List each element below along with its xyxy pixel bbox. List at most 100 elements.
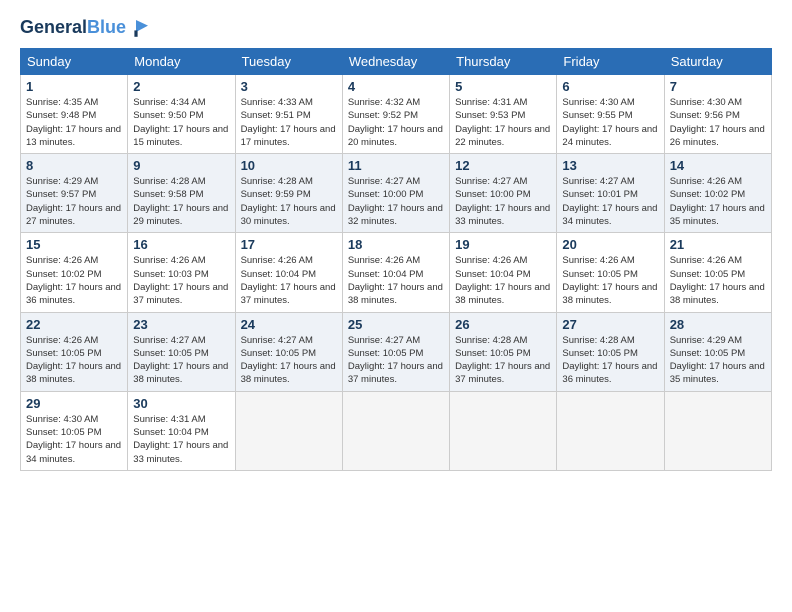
day-number: 5	[455, 79, 551, 94]
calendar-cell: 20 Sunrise: 4:26 AM Sunset: 10:05 PM Day…	[557, 233, 664, 312]
day-info: Sunrise: 4:28 AM Sunset: 9:59 PM Dayligh…	[241, 175, 337, 228]
day-number: 28	[670, 317, 766, 332]
calendar-week-row: 8 Sunrise: 4:29 AM Sunset: 9:57 PM Dayli…	[21, 154, 772, 233]
calendar-cell: 17 Sunrise: 4:26 AM Sunset: 10:04 PM Day…	[235, 233, 342, 312]
day-number: 9	[133, 158, 229, 173]
calendar-cell: 24 Sunrise: 4:27 AM Sunset: 10:05 PM Day…	[235, 312, 342, 391]
page: GeneralBlue Sunday Monday Tuesday Wednes…	[0, 0, 792, 481]
day-number: 10	[241, 158, 337, 173]
day-number: 17	[241, 237, 337, 252]
day-number: 8	[26, 158, 122, 173]
day-info: Sunrise: 4:27 AM Sunset: 10:00 PM Daylig…	[348, 175, 444, 228]
calendar-cell: 19 Sunrise: 4:26 AM Sunset: 10:04 PM Day…	[450, 233, 557, 312]
day-number: 7	[670, 79, 766, 94]
calendar-cell	[557, 391, 664, 470]
day-info: Sunrise: 4:26 AM Sunset: 10:05 PM Daylig…	[562, 254, 658, 307]
col-wednesday: Wednesday	[342, 49, 449, 75]
calendar-week-row: 29 Sunrise: 4:30 AM Sunset: 10:05 PM Day…	[21, 391, 772, 470]
calendar-cell	[450, 391, 557, 470]
day-number: 3	[241, 79, 337, 94]
day-info: Sunrise: 4:27 AM Sunset: 10:05 PM Daylig…	[348, 334, 444, 387]
day-info: Sunrise: 4:32 AM Sunset: 9:52 PM Dayligh…	[348, 96, 444, 149]
day-number: 14	[670, 158, 766, 173]
calendar-cell: 16 Sunrise: 4:26 AM Sunset: 10:03 PM Day…	[128, 233, 235, 312]
day-number: 22	[26, 317, 122, 332]
day-info: Sunrise: 4:34 AM Sunset: 9:50 PM Dayligh…	[133, 96, 229, 149]
calendar-cell: 15 Sunrise: 4:26 AM Sunset: 10:02 PM Day…	[21, 233, 128, 312]
calendar-cell: 6 Sunrise: 4:30 AM Sunset: 9:55 PM Dayli…	[557, 75, 664, 154]
day-number: 2	[133, 79, 229, 94]
day-info: Sunrise: 4:30 AM Sunset: 9:55 PM Dayligh…	[562, 96, 658, 149]
calendar-cell	[664, 391, 771, 470]
calendar-cell: 21 Sunrise: 4:26 AM Sunset: 10:05 PM Day…	[664, 233, 771, 312]
logo: GeneralBlue	[20, 16, 152, 40]
day-info: Sunrise: 4:31 AM Sunset: 9:53 PM Dayligh…	[455, 96, 551, 149]
day-number: 29	[26, 396, 122, 411]
calendar-cell: 14 Sunrise: 4:26 AM Sunset: 10:02 PM Day…	[664, 154, 771, 233]
day-number: 26	[455, 317, 551, 332]
calendar-cell: 11 Sunrise: 4:27 AM Sunset: 10:00 PM Day…	[342, 154, 449, 233]
day-number: 19	[455, 237, 551, 252]
calendar-cell: 29 Sunrise: 4:30 AM Sunset: 10:05 PM Day…	[21, 391, 128, 470]
calendar-cell: 1 Sunrise: 4:35 AM Sunset: 9:48 PM Dayli…	[21, 75, 128, 154]
calendar-cell: 25 Sunrise: 4:27 AM Sunset: 10:05 PM Day…	[342, 312, 449, 391]
day-number: 6	[562, 79, 658, 94]
col-friday: Friday	[557, 49, 664, 75]
day-info: Sunrise: 4:26 AM Sunset: 10:05 PM Daylig…	[26, 334, 122, 387]
day-number: 30	[133, 396, 229, 411]
calendar-week-row: 22 Sunrise: 4:26 AM Sunset: 10:05 PM Day…	[21, 312, 772, 391]
day-info: Sunrise: 4:31 AM Sunset: 10:04 PM Daylig…	[133, 413, 229, 466]
day-number: 25	[348, 317, 444, 332]
calendar: Sunday Monday Tuesday Wednesday Thursday…	[20, 48, 772, 471]
calendar-cell: 3 Sunrise: 4:33 AM Sunset: 9:51 PM Dayli…	[235, 75, 342, 154]
calendar-cell: 23 Sunrise: 4:27 AM Sunset: 10:05 PM Day…	[128, 312, 235, 391]
day-number: 1	[26, 79, 122, 94]
header: GeneralBlue	[20, 16, 772, 40]
calendar-cell: 18 Sunrise: 4:26 AM Sunset: 10:04 PM Day…	[342, 233, 449, 312]
day-info: Sunrise: 4:33 AM Sunset: 9:51 PM Dayligh…	[241, 96, 337, 149]
calendar-week-row: 15 Sunrise: 4:26 AM Sunset: 10:02 PM Day…	[21, 233, 772, 312]
col-sunday: Sunday	[21, 49, 128, 75]
day-info: Sunrise: 4:26 AM Sunset: 10:02 PM Daylig…	[670, 175, 766, 228]
day-number: 4	[348, 79, 444, 94]
day-info: Sunrise: 4:26 AM Sunset: 10:04 PM Daylig…	[348, 254, 444, 307]
day-number: 15	[26, 237, 122, 252]
day-info: Sunrise: 4:27 AM Sunset: 10:00 PM Daylig…	[455, 175, 551, 228]
day-number: 16	[133, 237, 229, 252]
day-number: 21	[670, 237, 766, 252]
calendar-header-row: Sunday Monday Tuesday Wednesday Thursday…	[21, 49, 772, 75]
col-thursday: Thursday	[450, 49, 557, 75]
day-info: Sunrise: 4:30 AM Sunset: 10:05 PM Daylig…	[26, 413, 122, 466]
day-number: 27	[562, 317, 658, 332]
calendar-cell: 27 Sunrise: 4:28 AM Sunset: 10:05 PM Day…	[557, 312, 664, 391]
day-number: 20	[562, 237, 658, 252]
day-info: Sunrise: 4:26 AM Sunset: 10:04 PM Daylig…	[241, 254, 337, 307]
calendar-cell: 12 Sunrise: 4:27 AM Sunset: 10:00 PM Day…	[450, 154, 557, 233]
day-info: Sunrise: 4:26 AM Sunset: 10:04 PM Daylig…	[455, 254, 551, 307]
calendar-cell: 30 Sunrise: 4:31 AM Sunset: 10:04 PM Day…	[128, 391, 235, 470]
calendar-cell: 26 Sunrise: 4:28 AM Sunset: 10:05 PM Day…	[450, 312, 557, 391]
day-info: Sunrise: 4:27 AM Sunset: 10:05 PM Daylig…	[241, 334, 337, 387]
calendar-cell: 9 Sunrise: 4:28 AM Sunset: 9:58 PM Dayli…	[128, 154, 235, 233]
calendar-cell: 28 Sunrise: 4:29 AM Sunset: 10:05 PM Day…	[664, 312, 771, 391]
logo-text: GeneralBlue	[20, 18, 126, 38]
day-info: Sunrise: 4:30 AM Sunset: 9:56 PM Dayligh…	[670, 96, 766, 149]
day-number: 24	[241, 317, 337, 332]
day-info: Sunrise: 4:27 AM Sunset: 10:05 PM Daylig…	[133, 334, 229, 387]
day-number: 23	[133, 317, 229, 332]
calendar-cell: 4 Sunrise: 4:32 AM Sunset: 9:52 PM Dayli…	[342, 75, 449, 154]
day-number: 12	[455, 158, 551, 173]
col-tuesday: Tuesday	[235, 49, 342, 75]
day-number: 18	[348, 237, 444, 252]
day-info: Sunrise: 4:26 AM Sunset: 10:03 PM Daylig…	[133, 254, 229, 307]
day-info: Sunrise: 4:27 AM Sunset: 10:01 PM Daylig…	[562, 175, 658, 228]
calendar-cell: 7 Sunrise: 4:30 AM Sunset: 9:56 PM Dayli…	[664, 75, 771, 154]
day-number: 11	[348, 158, 444, 173]
calendar-week-row: 1 Sunrise: 4:35 AM Sunset: 9:48 PM Dayli…	[21, 75, 772, 154]
day-info: Sunrise: 4:26 AM Sunset: 10:02 PM Daylig…	[26, 254, 122, 307]
calendar-cell: 10 Sunrise: 4:28 AM Sunset: 9:59 PM Dayl…	[235, 154, 342, 233]
day-info: Sunrise: 4:29 AM Sunset: 10:05 PM Daylig…	[670, 334, 766, 387]
logo-icon	[128, 16, 152, 40]
calendar-cell: 2 Sunrise: 4:34 AM Sunset: 9:50 PM Dayli…	[128, 75, 235, 154]
day-info: Sunrise: 4:28 AM Sunset: 10:05 PM Daylig…	[455, 334, 551, 387]
